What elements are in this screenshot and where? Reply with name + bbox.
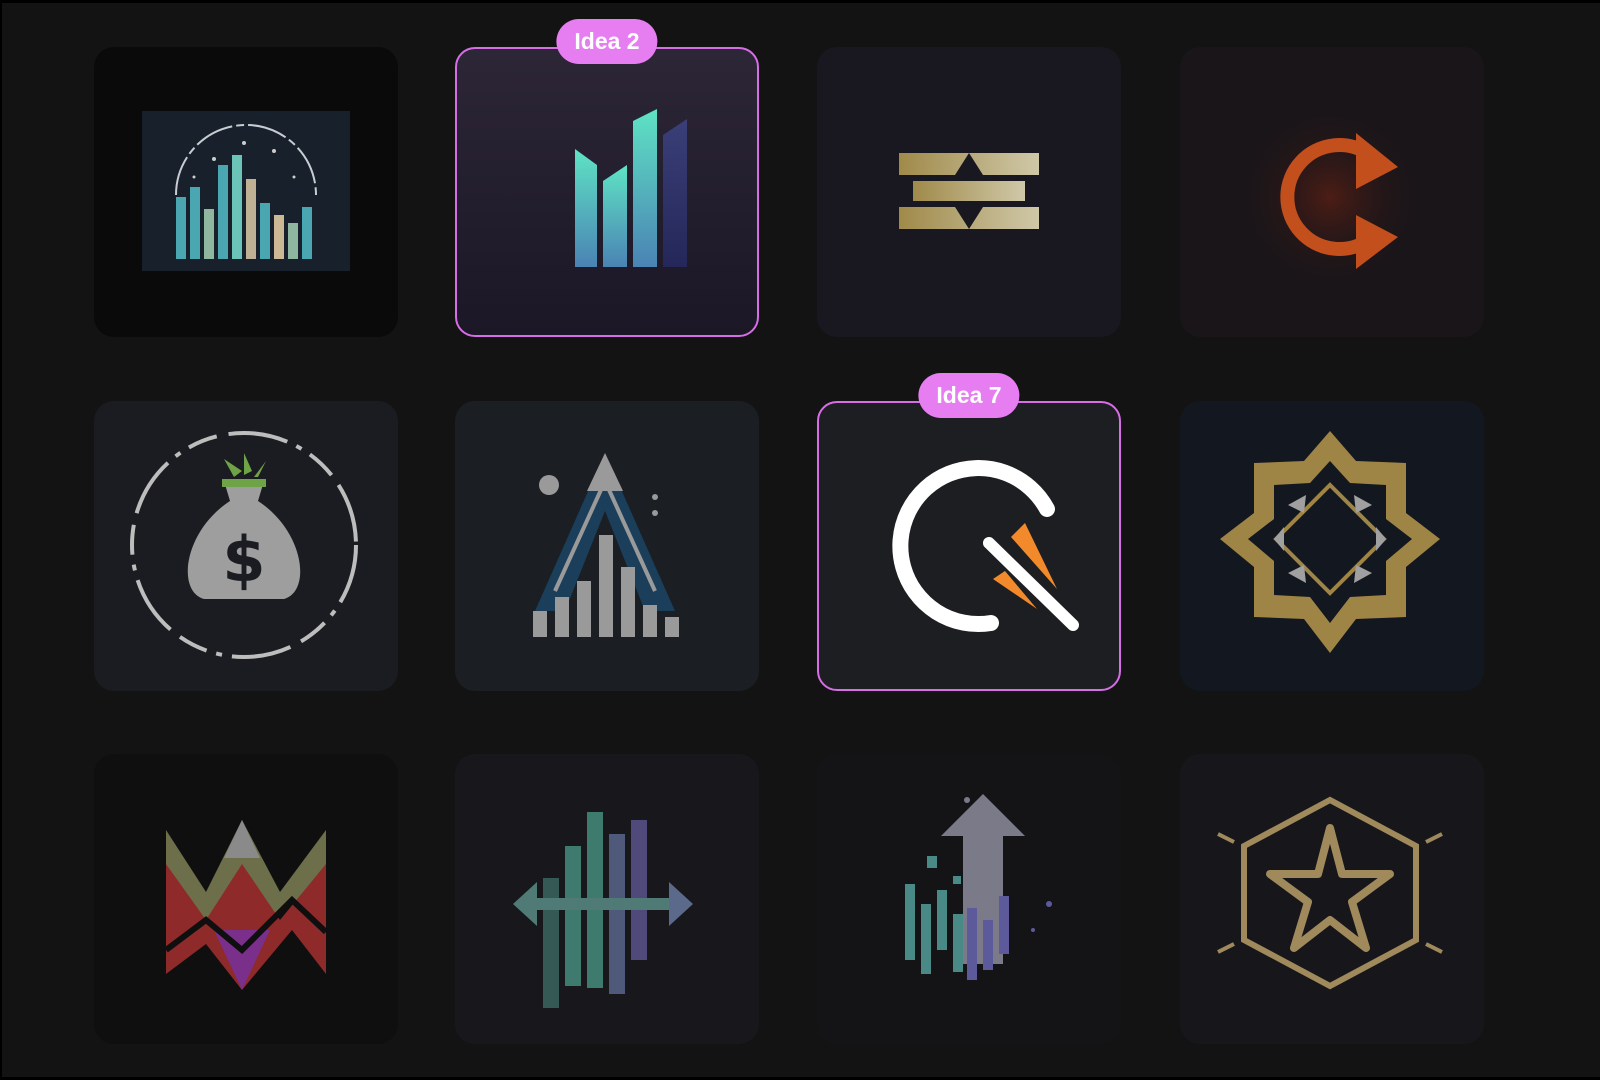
svg-text:$: $	[222, 523, 265, 596]
q-speed-icon	[892, 460, 1079, 633]
logo-tile-11[interactable]	[817, 754, 1121, 1044]
arrow-bars-growth-icon	[533, 453, 679, 637]
star-hexagon-icon	[1217, 796, 1443, 990]
gold-octagon-arrows-icon	[1220, 431, 1440, 653]
bars-double-arrow-icon	[513, 812, 693, 1008]
city-skyline-bars-icon	[142, 111, 350, 271]
logo-tile-10[interactable]	[455, 754, 759, 1044]
logo-tile-1[interactable]	[94, 47, 398, 337]
gold-stripes-icon	[899, 153, 1039, 229]
logo-tile-2[interactable]: Idea 2	[455, 19, 759, 337]
logo-tile-9[interactable]	[94, 754, 398, 1044]
logo-tile-8[interactable]	[1180, 401, 1484, 691]
orange-c-arrow-icon	[1235, 102, 1425, 292]
teal-bar-chart-icon	[575, 109, 687, 267]
logo-tile-5[interactable]: $	[94, 401, 398, 691]
logo-tile-4[interactable]	[1180, 47, 1484, 337]
colorful-w-mountains-icon	[164, 820, 329, 990]
logo-tile-12[interactable]	[1180, 754, 1484, 1044]
pixel-up-arrow-icon	[905, 794, 1052, 980]
logo-tile-6[interactable]	[455, 401, 759, 691]
logo-tile-3[interactable]	[817, 47, 1121, 337]
money-bag-icon: $	[130, 431, 358, 659]
logo-gallery: Idea 2 $ Idea 7	[0, 0, 1600, 1080]
logo-tile-7[interactable]: Idea 7	[817, 373, 1121, 691]
